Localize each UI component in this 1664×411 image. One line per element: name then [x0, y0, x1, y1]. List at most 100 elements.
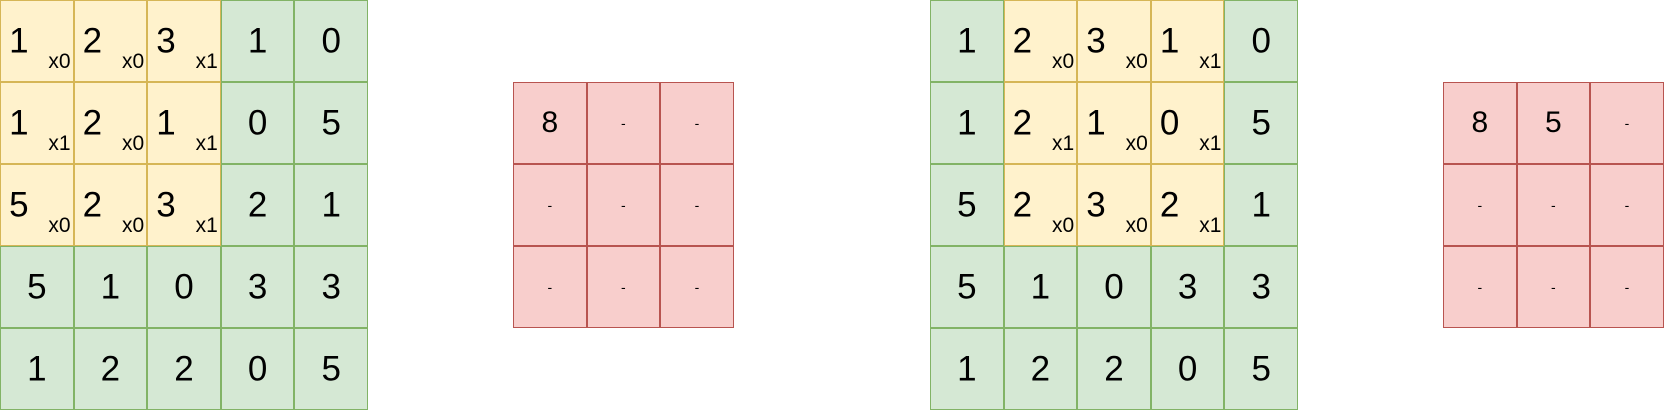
input-cell: 0 [1077, 246, 1151, 328]
cell-value: - [547, 279, 553, 295]
input-cell: 1 [294, 164, 368, 246]
cell-value: - [1624, 115, 1630, 131]
cell-value: 2 [82, 103, 103, 143]
cell-value: 2 [82, 21, 103, 61]
input-cell: 3 [220, 246, 295, 328]
cell-value: - [1551, 279, 1556, 295]
cell-value: 1 [321, 185, 341, 225]
cell-value: - [1624, 197, 1630, 213]
cell-value: 5 [1545, 106, 1562, 139]
cell-value: - [694, 115, 700, 131]
input-cell: 1 [1003, 246, 1078, 328]
kernel-weight: x1 [195, 214, 218, 237]
output-cell: - [1443, 246, 1517, 328]
cell-value: 2 [174, 349, 194, 389]
cell-value: 5 [321, 103, 341, 143]
input-cell: 0 [220, 328, 295, 410]
input-cell: 5 [1224, 328, 1298, 410]
kernel-weight: x1 [1199, 50, 1222, 73]
cell-value: 2 [247, 185, 268, 225]
output-cell: - [1590, 82, 1664, 164]
cell-value: 2 [1012, 103, 1033, 143]
cell-value: 0 [321, 21, 341, 61]
output-cell: 5 [1516, 82, 1591, 164]
cell-value: 3 [1086, 185, 1106, 225]
cell-value: - [547, 197, 553, 213]
cell-value: 1 [156, 103, 176, 143]
input-cell: 0 [294, 0, 368, 82]
cell-value: - [694, 279, 700, 295]
kernel-cell: 0 x1 [1150, 82, 1225, 164]
cell-value: 1 [247, 21, 268, 61]
cell-value: 2 [100, 349, 121, 389]
input-cell: 1 [73, 246, 148, 328]
cell-value: 0 [247, 349, 268, 389]
cell-value: 5 [1251, 103, 1271, 143]
kernel-cell: 1 x1 [147, 82, 221, 164]
cell-value: 0 [1177, 349, 1198, 389]
cell-value: 2 [1159, 185, 1180, 225]
cell-value: - [694, 197, 700, 213]
output-matrix-2: 8 5 - - - - - - - [1443, 82, 1664, 328]
cell-value: 8 [541, 106, 559, 139]
cell-value: - [621, 197, 626, 213]
cell-value: 0 [247, 103, 268, 143]
cell-value: 2 [1104, 349, 1124, 389]
input-cell: 0 [1224, 0, 1298, 82]
input-cell: 0 [220, 82, 295, 164]
cell-value: - [1477, 197, 1483, 213]
kernel-cell: 1 x1 [1150, 0, 1225, 82]
input-cell: 0 [1150, 328, 1225, 410]
cell-value: 0 [1104, 267, 1124, 307]
input-cell: 5 [294, 328, 368, 410]
cell-value: 5 [321, 349, 341, 389]
input-cell: 5 [294, 82, 368, 164]
output-cell: - [660, 164, 734, 246]
cell-value: - [1624, 279, 1630, 295]
kernel-cell: 3 x1 [147, 164, 221, 246]
cell-value: 2 [82, 185, 103, 225]
input-cell: 1 [220, 0, 295, 82]
output-cell: - [513, 246, 587, 328]
cell-value: 1 [9, 21, 29, 61]
input-cell: 2 [147, 328, 221, 410]
cell-value: 3 [156, 21, 176, 61]
cell-value: 2 [1012, 185, 1033, 225]
cell-value: 1 [100, 267, 121, 307]
input-cell: 0 [147, 246, 221, 328]
input-cell: 5 [930, 246, 1004, 328]
input-matrix-1: 1 x0 2 x0 3 x1 1 0 1 x1 2 x0 1 x1 0 5 5 x0 2 x0 3 x1 2 1 5 1 0 3 3 1 2… [0, 0, 368, 410]
input-matrix-2: 1 2 x0 3 x0 1 x1 0 1 2 x1 1 x0 0 x1 5 5 2 x0 3 x0 2 x1 1 5 1 0 3 3 1 2… [930, 0, 1298, 410]
kernel-cell: 3 x1 [147, 0, 221, 82]
output-cell: 8 [1443, 82, 1517, 164]
cell-value: 3 [156, 185, 176, 225]
input-cell: 1 [0, 328, 74, 410]
input-cell: 2 [1077, 328, 1151, 410]
kernel-weight: x1 [1199, 214, 1222, 237]
kernel-weight: x1 [195, 132, 218, 155]
output-cell: - [586, 246, 661, 328]
cell-value: 5 [9, 185, 29, 225]
input-cell: 3 [294, 246, 368, 328]
input-cell: 2 [73, 328, 148, 410]
input-cell: 5 [1224, 82, 1298, 164]
input-cell: 1 [930, 328, 1004, 410]
cell-value: 3 [1251, 267, 1271, 307]
cell-value: 0 [174, 267, 194, 307]
output-cell: - [660, 82, 734, 164]
cell-value: 3 [247, 267, 268, 307]
cell-value: 1 [1251, 185, 1271, 225]
output-cell: - [1443, 164, 1517, 246]
output-cell: - [586, 164, 661, 246]
cell-value: - [1551, 197, 1556, 213]
output-cell: - [660, 246, 734, 328]
cell-value: 1 [1030, 267, 1051, 307]
cell-value: 1 [9, 103, 29, 143]
output-matrix-1: 8 - - - - - - - - [513, 82, 734, 328]
cell-value: 0 [1159, 103, 1180, 143]
cell-value: 0 [1251, 21, 1271, 61]
output-cell: - [513, 164, 587, 246]
input-cell: 1 [1224, 164, 1298, 246]
cell-value: 1 [957, 349, 977, 389]
cell-value: 2 [1012, 21, 1033, 61]
